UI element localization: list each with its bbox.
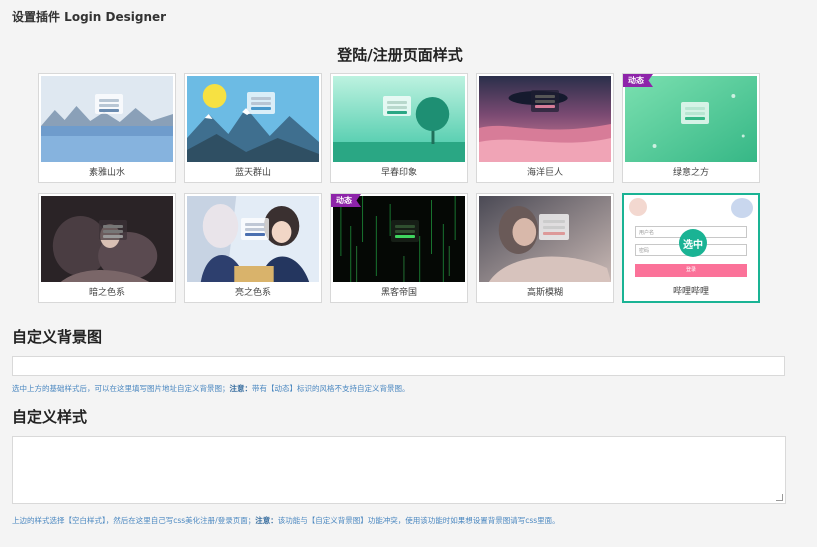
thumbnail [625,76,757,162]
custom-background-hint: 选中上方的基础样式后，可以在这里填写图片地址自定义背景图；注意：带有【动态】标识… [12,384,410,393]
style-card-label: 海洋巨人 [526,168,563,178]
style-card-blur[interactable]: 高斯模糊 [476,193,614,303]
selected-badge: 选中 [679,229,707,257]
style-card-sun-mountains[interactable]: 蓝天群山 [184,73,322,183]
custom-css-hint: 上边的样式选择【空白样式】，然后在这里自己写css美化注册/登录页面；注意：该功… [12,516,560,525]
style-card-label: 亮之色系 [234,288,271,298]
page-title: 设置插件 Login Designer [12,10,167,24]
dynamic-badge: 动态 [623,74,653,87]
style-grid: 素雅山水 蓝天群山 早春印象 海洋巨人 动态 绿意之方 暗之色系 亮之色系 动态… [38,73,763,303]
thumbnail [479,196,611,282]
custom-style-heading: 自定义样式 [12,408,88,426]
style-card-spring-tree[interactable]: 早春印象 [330,73,468,183]
style-card-label: 哔哩哔哩 [672,287,709,297]
style-card-label: 绿意之方 [672,168,709,178]
style-card-green[interactable]: 动态 绿意之方 [622,73,760,183]
style-card-label: 早春印象 [380,168,417,178]
custom-background-heading: 自定义背景图 [12,328,103,346]
section-title: 登陆/注册页面样式 [337,46,463,64]
custom-css-textarea[interactable] [12,436,786,504]
thumbnail [187,76,319,162]
thumbnail [479,76,611,162]
thumbnail [187,196,319,282]
style-card-matrix[interactable]: 动态 黑客帝国 [330,193,468,303]
style-card-label: 高斯模糊 [526,288,563,298]
thumbnail [333,196,465,282]
thumbnail [41,76,173,162]
style-card-bright-anime[interactable]: 亮之色系 [184,193,322,303]
anime-avatar-right [731,198,753,218]
style-card-label: 素雅山水 [88,168,125,178]
anime-avatar-left [629,198,647,216]
thumbnail [41,196,173,282]
style-card-ocean-giant[interactable]: 海洋巨人 [476,73,614,183]
style-card-label: 蓝天群山 [234,168,271,178]
thumbnail [333,76,465,162]
login-button-preview: 登录 [635,264,747,277]
resize-handle-icon[interactable] [776,494,783,501]
dynamic-badge: 动态 [331,194,361,207]
style-card-bilibili[interactable]: 用户名 密码 登录 选中 哔哩哔哩 [622,193,760,303]
custom-background-input[interactable] [12,356,785,376]
style-card-label: 黑客帝国 [380,288,417,298]
style-card-label: 暗之色系 [88,288,125,298]
style-card-dark-anime[interactable]: 暗之色系 [38,193,176,303]
style-card-mountain-lake[interactable]: 素雅山水 [38,73,176,183]
